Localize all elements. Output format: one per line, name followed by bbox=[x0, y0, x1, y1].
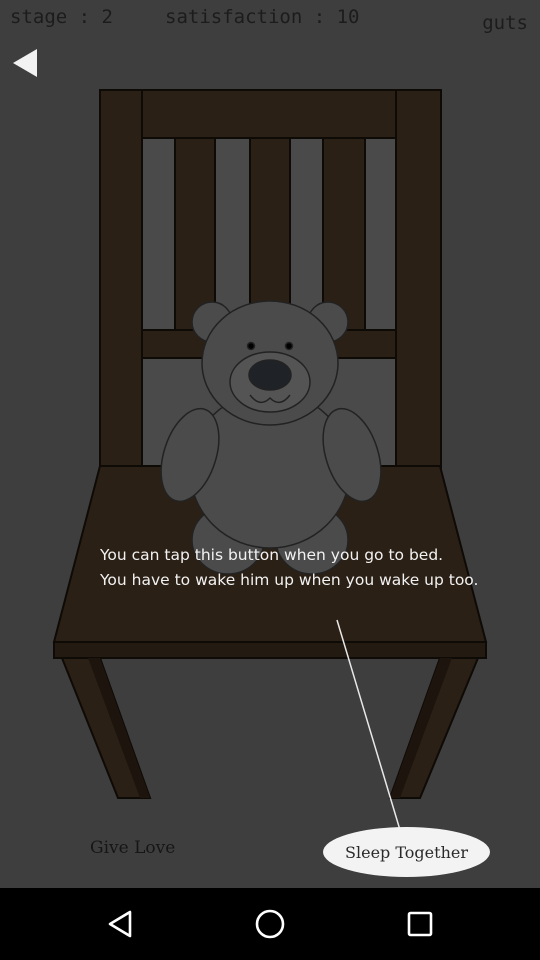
chair-left-post bbox=[99, 89, 143, 471]
sleep-together-label: Sleep Together bbox=[345, 842, 468, 862]
triangle-back-icon bbox=[108, 910, 132, 938]
bear-left-eye bbox=[246, 341, 256, 351]
tutorial-line: You have to wake him up when you wake up… bbox=[100, 571, 479, 589]
bear-nose bbox=[248, 359, 292, 391]
chair-bear-scene bbox=[52, 89, 488, 831]
give-love-button[interactable]: Give Love bbox=[90, 838, 175, 858]
nav-back-button[interactable] bbox=[102, 906, 138, 942]
guts-label: guts bbox=[482, 12, 528, 34]
square-recent-icon bbox=[407, 911, 433, 937]
back-button[interactable] bbox=[12, 48, 38, 78]
tutorial-line: You can tap this button when you go to b… bbox=[100, 546, 444, 564]
chair-gap bbox=[143, 139, 174, 329]
satisfaction-counter: satisfaction : 10 bbox=[165, 6, 360, 28]
system-navigation-bar bbox=[0, 888, 540, 960]
nav-home-button[interactable] bbox=[252, 906, 288, 942]
game-screen: stage : 2 satisfaction : 10 guts You can… bbox=[0, 0, 540, 888]
circle-home-icon bbox=[255, 909, 285, 939]
nav-recent-apps-button[interactable] bbox=[402, 906, 438, 942]
stage-counter: stage : 2 bbox=[10, 6, 113, 28]
tutorial-hint: You can tap this button when you go to b… bbox=[100, 543, 530, 593]
chair-top-rail bbox=[141, 89, 397, 139]
bear-right-eye bbox=[284, 341, 294, 351]
chair-gap bbox=[291, 139, 322, 329]
back-arrow-icon bbox=[13, 49, 37, 77]
chair-gap bbox=[216, 139, 249, 329]
sleep-together-button[interactable]: Sleep Together bbox=[323, 827, 490, 877]
chair-gap bbox=[366, 139, 395, 329]
chair-seat-edge bbox=[53, 641, 487, 659]
chair-right-post bbox=[395, 89, 442, 471]
